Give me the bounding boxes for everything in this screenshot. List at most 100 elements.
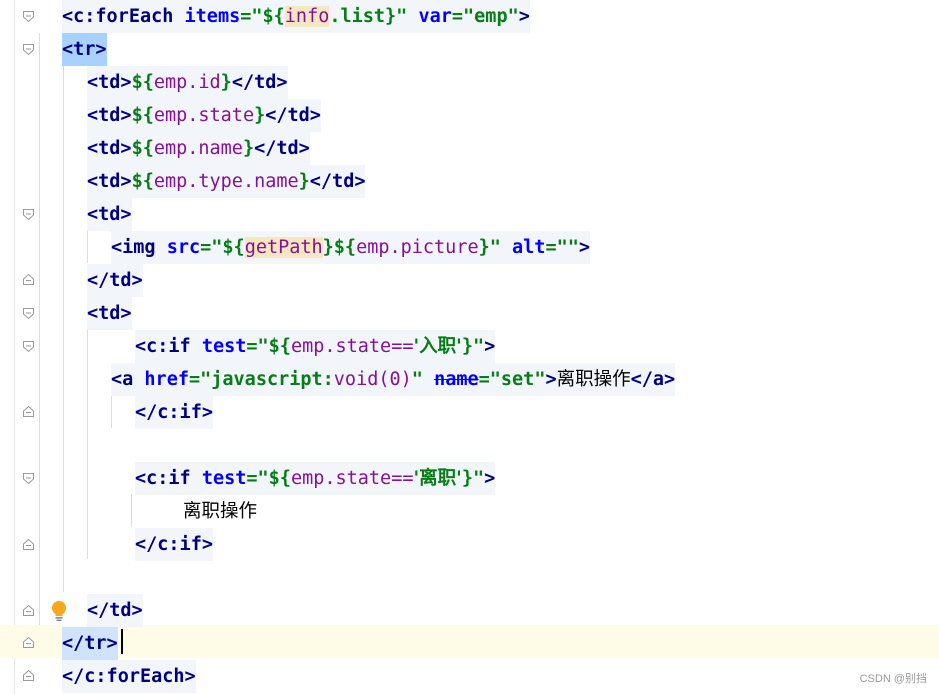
indent-guide bbox=[87, 230, 88, 263]
code-token: '离职' bbox=[413, 468, 462, 489]
code-line[interactable]: </td> bbox=[87, 594, 143, 627]
code-token: name bbox=[434, 369, 479, 390]
code-token: > bbox=[518, 6, 530, 27]
code-token: > bbox=[578, 237, 591, 258]
fold-close-icon[interactable] bbox=[22, 405, 35, 418]
code-line[interactable]: <td> bbox=[87, 297, 132, 330]
indent-guide bbox=[39, 33, 40, 625]
fold-close-icon[interactable] bbox=[22, 538, 35, 551]
code-line[interactable]: <td>${emp.state}</td> bbox=[87, 99, 321, 132]
code-line[interactable]: <c:forEach items="${info.list}" var="emp… bbox=[62, 0, 530, 33]
code-line[interactable]: <img src="${getPath}${emp.picture}" alt=… bbox=[111, 231, 591, 264]
code-token: </td> bbox=[87, 270, 143, 291]
code-token: <td> bbox=[87, 204, 132, 225]
lightbulb-icon[interactable] bbox=[50, 600, 68, 622]
code-line-content: <c:if test="${emp.state=='入职'}"> bbox=[135, 330, 496, 363]
fold-open-icon[interactable] bbox=[22, 43, 35, 56]
code-line-content: <td>${emp.id}</td> bbox=[87, 66, 288, 99]
code-line[interactable]: <td>${emp.id}</td> bbox=[87, 66, 288, 99]
code-token: emp.state== bbox=[290, 468, 414, 489]
code-token: <td> bbox=[87, 171, 132, 192]
code-line[interactable]: </c:forEach> bbox=[62, 660, 196, 693]
code-token: </td> bbox=[87, 600, 143, 621]
code-token: ="set" bbox=[478, 369, 546, 390]
code-token: '入职' bbox=[413, 336, 462, 357]
code-token: <c:if bbox=[135, 336, 202, 357]
code-token: </c:if> bbox=[135, 534, 213, 555]
code-line-content: </c:if> bbox=[135, 396, 213, 429]
fold-close-icon[interactable] bbox=[22, 604, 35, 617]
code-line-content: <a href="javascript:void(0)" name="set">… bbox=[111, 363, 676, 396]
code-token: ="" bbox=[545, 237, 579, 258]
code-token: }" bbox=[461, 336, 485, 357]
code-line[interactable]: </c:if> bbox=[135, 396, 213, 429]
fold-open-icon[interactable] bbox=[22, 472, 35, 485]
code-line[interactable]: <c:if test="${emp.state=='入职'}"> bbox=[135, 330, 496, 363]
code-token: .list}" bbox=[329, 6, 419, 27]
code-token: } bbox=[298, 171, 310, 192]
code-token: <td> bbox=[87, 105, 132, 126]
code-token: 离职操作 bbox=[556, 369, 631, 390]
fold-open-icon[interactable] bbox=[22, 307, 35, 320]
code-token: emp.name bbox=[153, 138, 243, 159]
code-token: </td> bbox=[254, 138, 310, 159]
code-token: }" bbox=[478, 237, 513, 258]
code-line[interactable]: <c:if test="${emp.state=='离职'}"> bbox=[135, 462, 496, 495]
code-line-content: <c:forEach items="${info.list}" var="emp… bbox=[62, 0, 530, 33]
code-token: emp.state== bbox=[290, 336, 414, 357]
code-token: ="emp" bbox=[451, 6, 519, 27]
code-token: <c:if bbox=[135, 468, 202, 489]
code-token: ="${ bbox=[246, 336, 291, 357]
code-line[interactable]: </td> bbox=[87, 264, 143, 297]
code-line[interactable]: </c:if> bbox=[135, 528, 213, 561]
indent-guide bbox=[111, 395, 112, 428]
code-token: info bbox=[284, 6, 330, 27]
code-token: } bbox=[242, 138, 255, 159]
code-token: emp.picture bbox=[356, 237, 479, 258]
code-token: ${ bbox=[131, 105, 154, 126]
code-line-content: <tr> bbox=[62, 33, 107, 66]
code-token: } bbox=[254, 105, 266, 126]
watermark: CSDN @别挡 bbox=[859, 673, 927, 685]
code-line[interactable]: <td>${emp.name}</td> bbox=[87, 132, 310, 165]
code-token: ${ bbox=[131, 138, 154, 159]
code-token: javascript: bbox=[211, 369, 334, 390]
code-token: ="${ bbox=[240, 6, 285, 27]
fold-open-icon[interactable] bbox=[22, 208, 35, 221]
fold-close-icon[interactable] bbox=[22, 273, 35, 286]
fold-close-icon[interactable] bbox=[22, 669, 35, 682]
code-token: <img bbox=[111, 237, 167, 258]
code-token: </td> bbox=[231, 72, 288, 93]
code-line-content: <c:if test="${emp.state=='离职'}"> bbox=[135, 462, 496, 495]
code-line[interactable]: </tr> bbox=[62, 627, 118, 660]
code-token: <td> bbox=[87, 303, 132, 324]
code-token: items bbox=[184, 6, 241, 27]
code-token: ${ bbox=[131, 72, 154, 93]
indent-guide bbox=[63, 66, 64, 592]
code-line[interactable]: 离职操作 bbox=[183, 495, 257, 528]
fold-close-icon[interactable] bbox=[22, 636, 35, 649]
code-line[interactable]: <tr> bbox=[62, 33, 107, 66]
code-token: </tr> bbox=[62, 633, 118, 654]
fold-open-icon[interactable] bbox=[22, 10, 35, 23]
code-token: }${ bbox=[322, 237, 357, 258]
code-line[interactable]: <td> bbox=[87, 198, 132, 231]
code-line[interactable]: <a href="javascript:void(0)" name="set">… bbox=[111, 363, 676, 396]
code-line-content: 离职操作 bbox=[183, 495, 257, 528]
code-token: > bbox=[545, 369, 557, 390]
code-token: <td> bbox=[87, 138, 132, 159]
code-token: </c:if> bbox=[135, 402, 213, 423]
code-token: var bbox=[418, 6, 452, 27]
code-token: href bbox=[144, 369, 189, 390]
code-line-content: </td> bbox=[87, 264, 143, 297]
code-token: </td> bbox=[265, 105, 321, 126]
code-token: test bbox=[201, 468, 247, 489]
fold-open-icon[interactable] bbox=[22, 340, 35, 353]
code-line-content: </td> bbox=[87, 594, 143, 627]
code-token: </c:forEach> bbox=[62, 666, 196, 687]
code-line-content: </c:if> bbox=[135, 528, 213, 561]
code-token: src bbox=[166, 237, 201, 258]
code-line[interactable]: <td>${emp.type.name}</td> bbox=[87, 165, 366, 198]
code-line-content: <td>${emp.state}</td> bbox=[87, 99, 321, 132]
code-token: getPath bbox=[244, 237, 323, 258]
